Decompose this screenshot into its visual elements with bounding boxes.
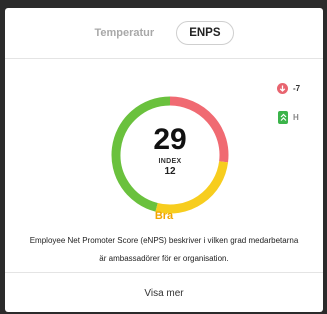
show-more-button[interactable]: Visa mer [5, 272, 323, 313]
enps-score: 29 [153, 123, 187, 156]
tab-temperatur[interactable]: Temperatur [94, 27, 154, 39]
tab-bar: Temperatur ENPS [5, 8, 323, 59]
double-chevron-up-icon [278, 111, 288, 124]
trend-value: -7 [293, 84, 301, 93]
level-indicator: H [278, 111, 299, 124]
enps-description: Employee Net Promoter Score (eNPS) beskr… [5, 232, 323, 268]
description-line-2: är ambassadörer för er organisation. [99, 254, 229, 263]
enps-gauge: 29 INDEX 12 [108, 93, 232, 217]
level-value: H [293, 113, 299, 122]
index-label: INDEX [158, 158, 182, 165]
enps-card: Temperatur ENPS 29 INDEX 12 -7 H Bra Emp… [5, 8, 323, 312]
arrow-down-icon [277, 83, 288, 94]
index-value: 12 [164, 166, 176, 177]
rating-label: Bra [154, 210, 174, 222]
trend-indicator: -7 [277, 83, 300, 94]
tab-enps[interactable]: ENPS [176, 21, 234, 45]
description-line-1: Employee Net Promoter Score (eNPS) beskr… [29, 236, 299, 245]
